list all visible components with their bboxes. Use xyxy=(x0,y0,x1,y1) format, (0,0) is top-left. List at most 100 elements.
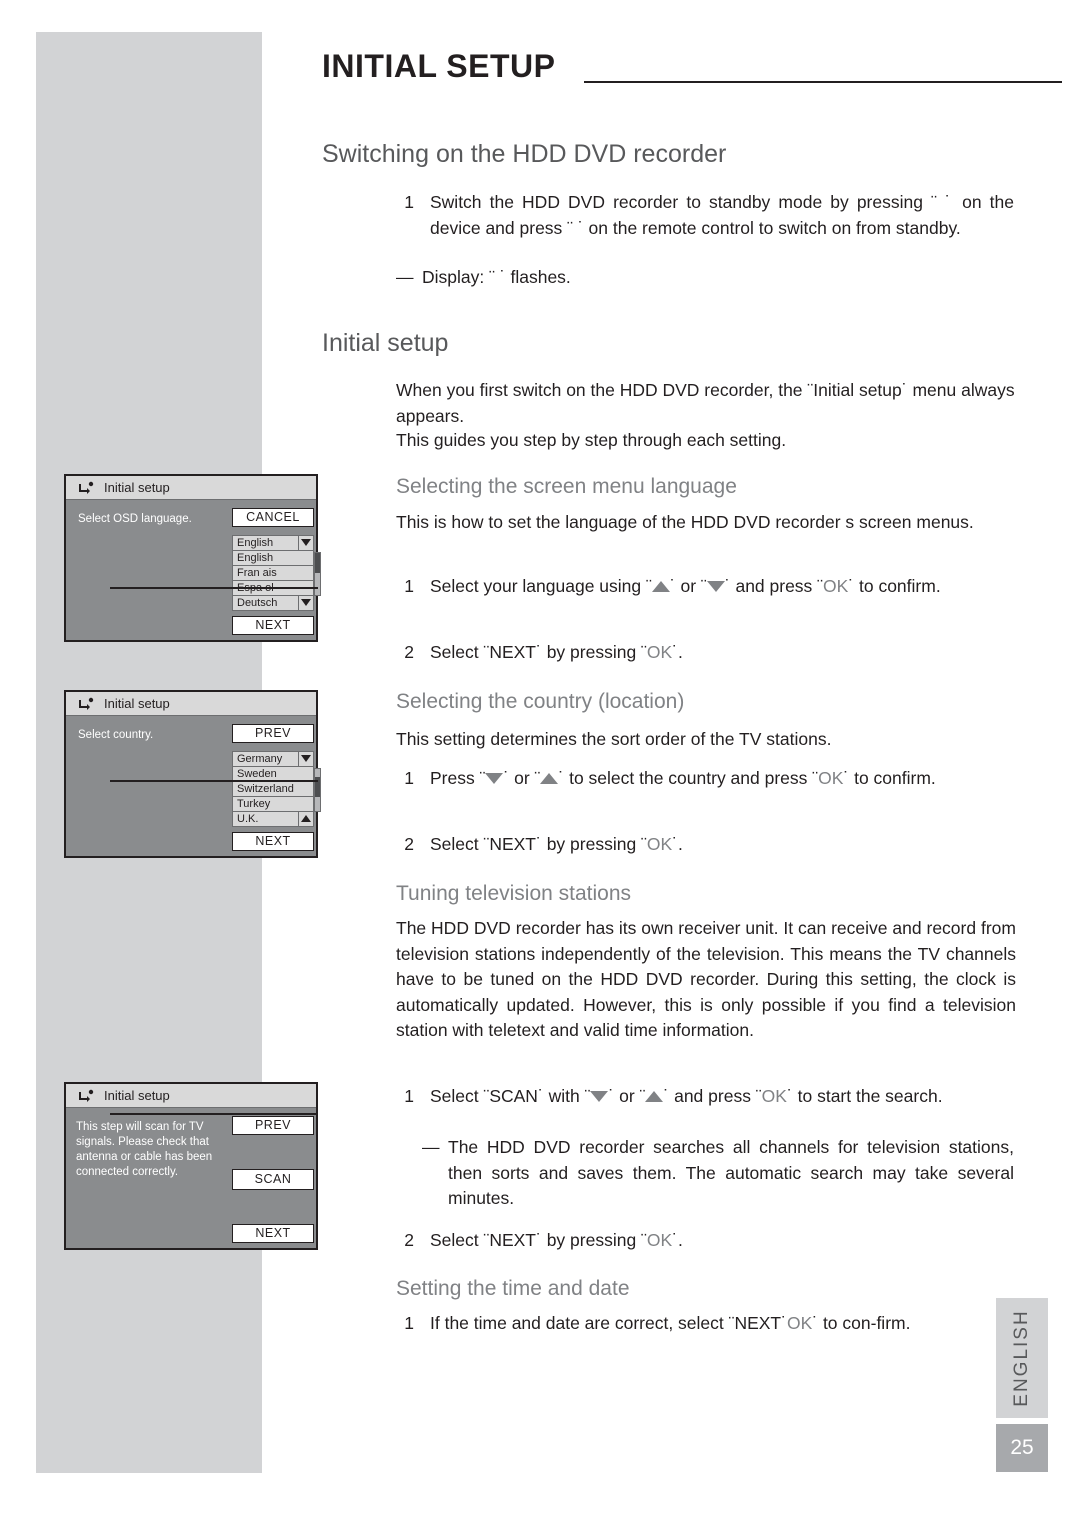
osd-country-scrollbar[interactable] xyxy=(314,768,321,812)
step-text-part: Press ¨ xyxy=(430,768,486,788)
osd-next-button[interactable]: NEXT xyxy=(232,832,314,851)
step-tuning-2: 2 Select ¨NEXT˙ by pressing ¨OK˙. xyxy=(396,1228,1014,1254)
list-item[interactable]: Fran ais xyxy=(232,565,314,581)
chevron-down-icon xyxy=(301,755,311,762)
step-text-part: Select your language using ¨ xyxy=(430,576,652,596)
step-time-date-1: 1 If the time and date are correct, sele… xyxy=(396,1311,1014,1337)
paragraph-tuning: The HDD DVD recorder has its own receive… xyxy=(396,918,1016,1040)
osd-next-button[interactable]: NEXT xyxy=(232,616,314,635)
list-item[interactable]: English xyxy=(232,535,314,551)
initial-setup-icon xyxy=(78,481,94,495)
osd-cancel-button[interactable]: CANCEL xyxy=(232,508,314,527)
step-text: Select ¨NEXT˙ by pressing ¨OK˙. xyxy=(430,832,1014,858)
step-text: Press ¨ ˙ or ¨ ˙ to select the country and… xyxy=(430,766,1014,792)
step-text: Select your language using ¨ ˙ or ¨ ˙ and … xyxy=(430,574,1014,600)
osd-next-button[interactable]: NEXT xyxy=(232,1224,314,1243)
step-text-part: ˙ to confirm. xyxy=(848,576,941,596)
heading-country: Selecting the country (location) xyxy=(396,690,685,713)
ok-key-label: OK xyxy=(646,1230,673,1250)
step-text-part: ˙. xyxy=(672,642,683,662)
step-country-2: 2 Select ¨NEXT˙ by pressing ¨OK˙. xyxy=(396,832,1014,858)
dropdown-arrow-box[interactable] xyxy=(298,536,313,550)
step-text-part: ˙. xyxy=(672,1230,683,1250)
step-text-part: If the time and date are correct, select… xyxy=(430,1313,787,1333)
list-item[interactable]: English xyxy=(232,550,314,566)
osd-title-text: Initial setup xyxy=(104,1088,170,1103)
osd-title-bar: Initial setup xyxy=(66,476,316,500)
osd-title-bar: Initial setup xyxy=(66,1084,316,1108)
arrow-down-icon xyxy=(590,1090,609,1102)
osd-title-text: Initial setup xyxy=(104,696,170,711)
osd-language-list[interactable]: English English Fran ais Espa ol Deutsch xyxy=(232,535,314,611)
list-item[interactable]: Germany xyxy=(232,751,314,767)
step-text-part: ˙ or ¨ xyxy=(669,576,707,596)
list-item-label: Turkey xyxy=(237,798,271,810)
osd-screenshot-language: Initial setup Select OSD language. CANCE… xyxy=(64,474,321,642)
step-number: 2 xyxy=(404,834,414,854)
arrow-up-icon xyxy=(651,580,670,592)
step-number: 1 xyxy=(404,1086,414,1106)
osd-language-label: Select OSD language. xyxy=(78,513,192,525)
step-text-part: ˙ to con-firm. xyxy=(812,1313,911,1333)
step-switching-1: 1 Switch the HDD DVD recorder to standby… xyxy=(396,190,1014,241)
language-tab: ENGLISH xyxy=(996,1298,1048,1418)
arrow-down-icon xyxy=(706,580,725,592)
step-text-part: Select ¨NEXT˙ by pressing ¨ xyxy=(430,642,647,662)
step-number: 1 xyxy=(404,576,414,596)
dash-mark: — xyxy=(422,1137,440,1157)
list-item-label: English xyxy=(237,537,274,549)
paragraph-initial-setup-2: This guides you step by step through eac… xyxy=(396,430,787,450)
step-text-part: ˙ to select the country and press ¨ xyxy=(558,768,819,788)
step-text: Select ¨NEXT˙ by pressing ¨OK˙. xyxy=(430,640,1014,666)
list-item-label: English xyxy=(237,552,274,564)
step-text-part: ˙ or ¨ xyxy=(503,768,541,788)
language-tab-label: ENGLISH xyxy=(1011,1309,1032,1407)
list-item-label: Sweden xyxy=(237,768,277,780)
osd-title-bar: Initial setup xyxy=(66,692,316,716)
dropdown-arrow-box[interactable] xyxy=(298,752,313,766)
list-item-label: Germany xyxy=(237,753,283,765)
list-item[interactable]: Deutsch xyxy=(232,595,314,611)
dropdown-arrow-box[interactable] xyxy=(298,596,313,610)
list-item[interactable]: Turkey xyxy=(232,796,314,812)
step-text: Select ¨NEXT˙ by pressing ¨OK˙. xyxy=(430,1228,1014,1254)
step-number: 2 xyxy=(404,1230,414,1250)
step-screen-language-2: 2 Select ¨NEXT˙ by pressing ¨OK˙. xyxy=(396,640,1014,666)
page-title: INITIAL SETUP xyxy=(322,48,556,84)
arrow-up-icon xyxy=(540,772,559,784)
ok-key-label: OK xyxy=(646,834,673,854)
dropdown-arrow-box[interactable] xyxy=(298,812,313,826)
osd-language-scrollbar[interactable] xyxy=(314,552,321,596)
page-number-label: 25 xyxy=(1010,1436,1034,1459)
osd-prev-button[interactable]: PREV xyxy=(232,724,314,743)
step-text-part: ˙ and press ¨ xyxy=(724,576,823,596)
initial-setup-icon xyxy=(78,1089,94,1103)
note-switching-display: — Display: ¨ ˙ flashes. xyxy=(396,265,1014,291)
step-text: Select ¨SCAN˙ with ¨ ˙ or ¨ ˙ and press ¨O… xyxy=(430,1084,1014,1110)
arrow-up-icon xyxy=(645,1090,664,1102)
scrollbar-thumb[interactable] xyxy=(315,553,320,573)
osd-scan-button[interactable]: SCAN xyxy=(232,1169,314,1190)
osd-screenshot-country: Initial setup Select country. PREV Germa… xyxy=(64,690,321,858)
ok-key-label: OK xyxy=(818,768,844,788)
osd-prev-button[interactable]: PREV xyxy=(232,1116,314,1135)
osd-country-list[interactable]: Germany Sweden Switzerland Turkey U.K. xyxy=(232,751,314,827)
leader-line-language xyxy=(110,587,318,589)
page: INITIAL SETUP Switching on the HDD DVD r… xyxy=(0,0,1080,1529)
osd-country-label: Select country. xyxy=(78,729,154,741)
dash-mark: — xyxy=(396,267,414,287)
heading-switching-on: Switching on the HDD DVD recorder xyxy=(322,140,727,168)
list-item-label: U.K. xyxy=(237,813,259,825)
heading-screen-language: Selecting the screen menu language xyxy=(396,475,737,498)
leader-line-scan xyxy=(110,1113,318,1115)
page-header: INITIAL SETUP xyxy=(322,48,1062,100)
step-number: 1 xyxy=(404,768,414,788)
step-tuning-1: 1 Select ¨SCAN˙ with ¨ ˙ or ¨ ˙ and press … xyxy=(396,1084,1014,1110)
step-text-part: ˙ to confirm. xyxy=(843,768,936,788)
ok-key-label: OK xyxy=(761,1086,787,1106)
dash-text: The HDD DVD recorder searches all channe… xyxy=(448,1137,1014,1208)
list-item[interactable]: Switzerland xyxy=(232,781,314,797)
step-text-part: Select ¨NEXT˙ by pressing ¨ xyxy=(430,1230,647,1250)
list-item[interactable]: U.K. xyxy=(232,811,314,827)
step-text-part: ˙. xyxy=(672,834,683,854)
